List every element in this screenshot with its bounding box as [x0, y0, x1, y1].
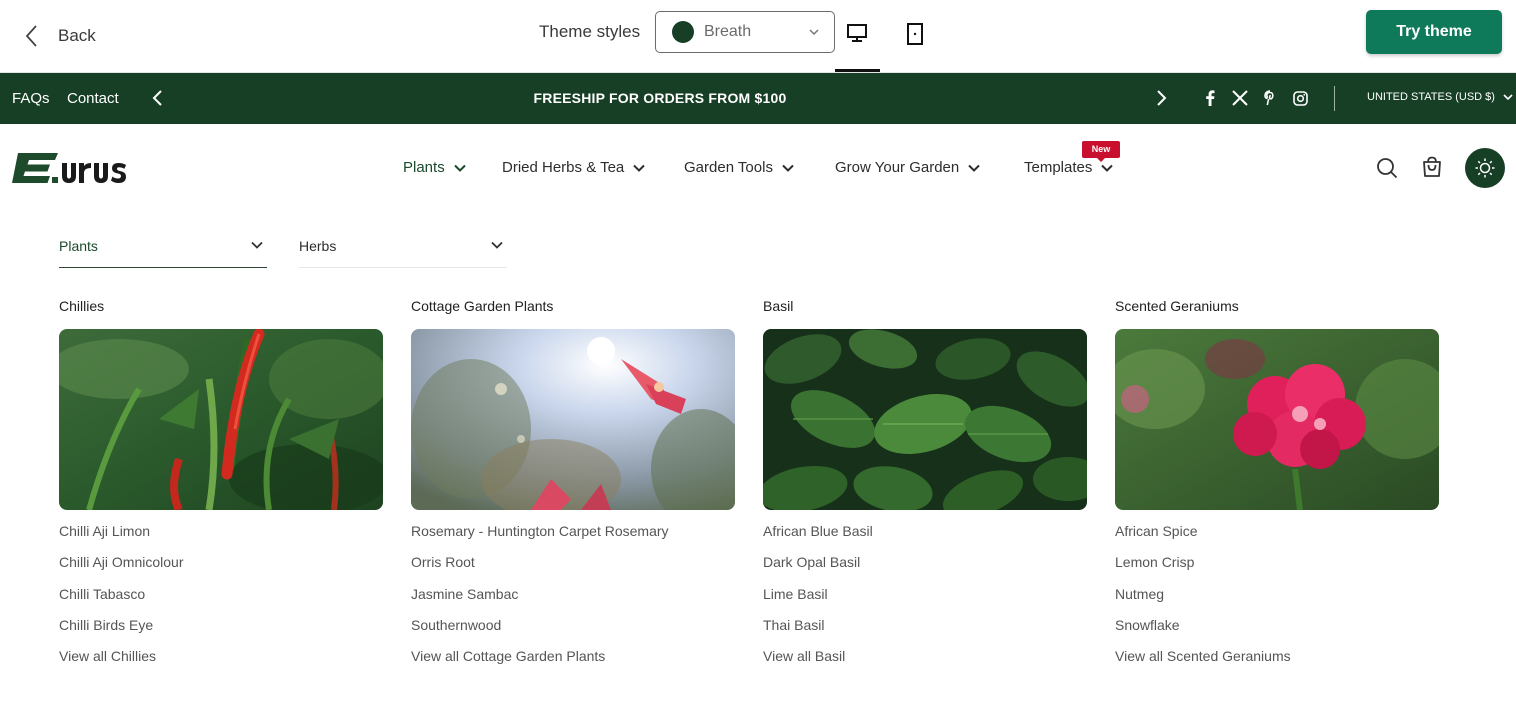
- eurus-logo[interactable]: [12, 151, 144, 185]
- theme-styles-label: Theme styles: [539, 22, 641, 41]
- plants-dropdown-label: Plants: [59, 238, 98, 254]
- view-all-link[interactable]: View all Basil: [763, 646, 1087, 677]
- list-item[interactable]: Rosemary - Huntington Carpet Rosemary: [411, 521, 735, 552]
- chevron-left-icon[interactable]: [151, 88, 165, 108]
- herbs-dropdown[interactable]: Herbs: [299, 226, 507, 268]
- mobile-icon: [907, 23, 923, 45]
- theme-style-select[interactable]: Breath: [655, 11, 835, 53]
- list-item[interactable]: African Spice: [1115, 521, 1439, 552]
- announcement-message: FREESHIP FOR ORDERS FROM $100: [533, 90, 787, 106]
- sun-icon: [1475, 158, 1495, 178]
- list-item[interactable]: African Blue Basil: [763, 521, 1087, 552]
- nav-garden-tools[interactable]: Garden Tools: [684, 159, 794, 176]
- column-title[interactable]: Scented Geraniums: [1115, 298, 1439, 318]
- list-item[interactable]: Lime Basil: [763, 584, 1087, 615]
- chevron-down-icon: [782, 164, 794, 172]
- chevron-left-icon: [25, 25, 37, 47]
- chevron-down-icon: [968, 164, 980, 172]
- view-all-link[interactable]: View all Chillies: [59, 646, 383, 677]
- back-button[interactable]: Back: [24, 20, 96, 52]
- list-item[interactable]: Snowflake: [1115, 615, 1439, 646]
- nav-plants[interactable]: Plants: [403, 159, 466, 176]
- currency-label: UNITED STATES (USD $): [1367, 91, 1495, 103]
- try-theme-button[interactable]: Try theme: [1366, 10, 1502, 54]
- chevron-down-icon: [809, 29, 819, 36]
- list-item[interactable]: Chilli Aji Limon: [59, 521, 383, 552]
- pinterest-icon[interactable]: [1261, 89, 1279, 107]
- menu-column-basil: Basil African Blue Basil Dark Opal Basil…: [763, 298, 1087, 677]
- menu-column-scented-geraniums: Scented Geraniums African Spice Lemon Cr…: [1115, 298, 1439, 677]
- menu-column-cottage-garden-plants: Cottage Garden Plants Rosemary - Hunting…: [411, 298, 735, 677]
- menu-column-chillies: Chillies Chilli Aji Limon Chilli Aji Omn…: [59, 298, 383, 677]
- desktop-view-button[interactable]: [835, 22, 879, 52]
- column-title[interactable]: Chillies: [59, 298, 383, 318]
- preview-toolbar: Back Theme styles Breath Try theme: [0, 0, 1516, 73]
- plants-dropdown[interactable]: Plants: [59, 226, 267, 268]
- list-item[interactable]: Chilli Aji Omnicolour: [59, 552, 383, 583]
- theme-color-swatch: [672, 21, 694, 43]
- chevron-right-icon[interactable]: [1154, 88, 1168, 108]
- nav-plants-label: Plants: [403, 159, 445, 176]
- pink-geranium-image[interactable]: [1115, 329, 1439, 510]
- announcement-divider: [1334, 86, 1335, 111]
- search-icon[interactable]: [1375, 156, 1399, 180]
- faqs-link[interactable]: FAQs: [12, 90, 50, 107]
- chevron-down-icon: [491, 241, 503, 249]
- desktop-icon: [847, 24, 867, 42]
- nav-templates-label: Templates: [1024, 159, 1093, 176]
- view-all-link[interactable]: View all Scented Geraniums: [1115, 646, 1439, 677]
- basil-leaves-image[interactable]: [763, 329, 1087, 510]
- cottage-garden-flowers-image[interactable]: [411, 329, 735, 510]
- list-item[interactable]: Orris Root: [411, 552, 735, 583]
- currency-selector[interactable]: UNITED STATES (USD $): [1367, 91, 1513, 103]
- announcement-bar: FAQs Contact FREESHIP FOR ORDERS FROM $1…: [0, 73, 1516, 124]
- herbs-dropdown-label: Herbs: [299, 238, 337, 254]
- list-item[interactable]: Chilli Birds Eye: [59, 615, 383, 646]
- nav-dried-herbs-tea-label: Dried Herbs & Tea: [502, 159, 625, 176]
- mobile-view-button[interactable]: [893, 22, 937, 52]
- column-title[interactable]: Basil: [763, 298, 1087, 318]
- active-device-indicator: [835, 69, 880, 72]
- theme-style-value: Breath: [704, 23, 752, 40]
- list-item[interactable]: Jasmine Sambac: [411, 584, 735, 615]
- column-title[interactable]: Cottage Garden Plants: [411, 298, 735, 318]
- instagram-icon[interactable]: [1291, 89, 1309, 107]
- list-item[interactable]: Lemon Crisp: [1115, 552, 1439, 583]
- nav-garden-tools-label: Garden Tools: [684, 159, 773, 176]
- contact-link[interactable]: Contact: [67, 90, 119, 107]
- chevron-down-icon: [1503, 94, 1513, 101]
- list-item[interactable]: Southernwood: [411, 615, 735, 646]
- facebook-icon[interactable]: [1201, 89, 1219, 107]
- cart-icon[interactable]: [1420, 155, 1444, 179]
- theme-toggle-button[interactable]: [1465, 148, 1505, 188]
- chevron-down-icon: [453, 164, 466, 172]
- back-label: Back: [58, 26, 96, 45]
- list-item[interactable]: Dark Opal Basil: [763, 552, 1087, 583]
- list-item[interactable]: Chilli Tabasco: [59, 584, 383, 615]
- list-item[interactable]: Nutmeg: [1115, 584, 1439, 615]
- list-item[interactable]: Thai Basil: [763, 615, 1087, 646]
- view-all-link[interactable]: View all Cottage Garden Plants: [411, 646, 735, 677]
- chevron-down-icon: [251, 241, 263, 249]
- chevron-down-icon: [633, 164, 645, 172]
- nav-grow-your-garden-label: Grow Your Garden: [835, 159, 960, 176]
- new-badge: New: [1082, 141, 1120, 162]
- nav-dried-herbs-tea[interactable]: Dried Herbs & Tea: [502, 159, 645, 176]
- chevron-down-icon: [1101, 164, 1114, 172]
- x-icon[interactable]: [1231, 89, 1249, 107]
- nav-grow-your-garden[interactable]: Grow Your Garden: [835, 159, 980, 176]
- chilli-peppers-image[interactable]: [59, 329, 383, 510]
